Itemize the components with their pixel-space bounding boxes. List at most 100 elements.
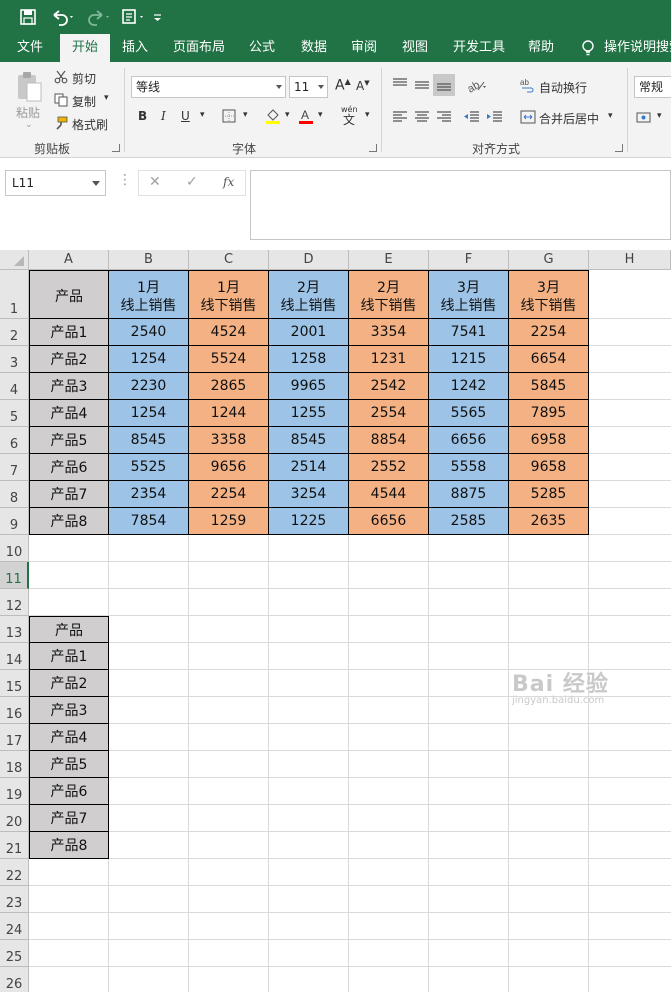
value-cell[interactable]: 8854 bbox=[349, 427, 429, 454]
row-header-25[interactable]: 25 bbox=[0, 940, 29, 967]
bottom-align-icon[interactable] bbox=[433, 74, 455, 96]
row-header-15[interactable]: 15 bbox=[0, 670, 29, 697]
column-header-a[interactable]: A bbox=[29, 250, 109, 270]
increase-indent-icon[interactable] bbox=[486, 108, 504, 129]
value-cell[interactable]: 2635 bbox=[509, 508, 589, 535]
font-color-icon[interactable]: A bbox=[297, 107, 315, 128]
row-header-13[interactable]: 13 bbox=[0, 616, 29, 643]
decrease-font-icon[interactable]: A▼ bbox=[356, 79, 370, 93]
value-cell[interactable]: 2514 bbox=[269, 454, 349, 481]
row-header-22[interactable]: 22 bbox=[0, 859, 29, 886]
header-cell-3[interactable]: 2月 线上销售 bbox=[269, 270, 349, 319]
product-cell[interactable]: 产品6 bbox=[29, 454, 109, 481]
row-header-11[interactable]: 11 bbox=[0, 562, 29, 589]
product-cell[interactable]: 产品7 bbox=[29, 481, 109, 508]
worksheet-grid[interactable]: A B C D E F G H 1 2 3 4 5 6 7 8 9 10 11 12 13 14 15 16 17 18 19 20 2… bbox=[0, 250, 671, 992]
cut-button[interactable]: 剪切 bbox=[72, 70, 96, 87]
value-cell[interactable]: 2542 bbox=[349, 373, 429, 400]
value-cell[interactable]: 5525 bbox=[109, 454, 189, 481]
row-header-4[interactable]: 4 bbox=[0, 373, 29, 400]
value-cell[interactable]: 6656 bbox=[429, 427, 509, 454]
tab-review[interactable]: 审阅 bbox=[344, 34, 384, 62]
row-header-18[interactable]: 18 bbox=[0, 751, 29, 778]
value-cell[interactable]: 7541 bbox=[429, 319, 509, 346]
row-header-6[interactable]: 6 bbox=[0, 427, 29, 454]
accounting-format-icon[interactable] bbox=[636, 108, 654, 129]
value-cell[interactable]: 1255 bbox=[269, 400, 349, 427]
paste-dropdown-icon[interactable]: ⌄ bbox=[25, 120, 33, 130]
row-header-20[interactable]: 20 bbox=[0, 805, 29, 832]
merge-center-button[interactable]: 合并后居中 bbox=[539, 110, 599, 127]
middle-align-icon[interactable] bbox=[413, 76, 431, 97]
header-cell-6[interactable]: 3月 线下销售 bbox=[509, 270, 589, 319]
font-size-select[interactable]: 11 bbox=[289, 76, 328, 98]
value-cell[interactable]: 1231 bbox=[349, 346, 429, 373]
value-cell[interactable]: 1258 bbox=[269, 346, 349, 373]
lightbulb-icon[interactable] bbox=[578, 34, 598, 62]
value-cell[interactable]: 9658 bbox=[509, 454, 589, 481]
cancel-icon[interactable]: ✕ bbox=[149, 174, 161, 190]
value-cell[interactable]: 2552 bbox=[349, 454, 429, 481]
paste-button[interactable]: 粘贴 bbox=[16, 104, 40, 121]
font-launcher-icon[interactable] bbox=[369, 144, 377, 152]
underline-dropdown-icon[interactable]: ▾ bbox=[200, 110, 205, 120]
row-header-7[interactable]: 7 bbox=[0, 454, 29, 481]
underline-button[interactable]: U bbox=[181, 109, 190, 123]
list-item[interactable]: 产品3 bbox=[29, 697, 109, 724]
borders-dropdown-icon[interactable]: ▾ bbox=[243, 110, 248, 120]
value-cell[interactable]: 6654 bbox=[509, 346, 589, 373]
value-cell[interactable]: 4544 bbox=[349, 481, 429, 508]
italic-button[interactable]: I bbox=[161, 109, 166, 123]
paste-icon[interactable] bbox=[14, 70, 44, 107]
align-right-icon[interactable] bbox=[435, 108, 453, 129]
row-header-12[interactable]: 12 bbox=[0, 589, 29, 616]
product-cell[interactable]: 产品4 bbox=[29, 400, 109, 427]
row-header-1[interactable]: 1 bbox=[0, 270, 29, 319]
align-left-icon[interactable] bbox=[391, 108, 409, 129]
accounting-dropdown-icon[interactable]: ▾ bbox=[657, 111, 662, 121]
print-preview-icon[interactable] bbox=[121, 6, 147, 28]
alignment-launcher-icon[interactable] bbox=[615, 144, 623, 152]
formula-input[interactable] bbox=[250, 170, 671, 240]
list-item[interactable]: 产品6 bbox=[29, 778, 109, 805]
phonetic-dropdown-icon[interactable]: ▾ bbox=[365, 110, 370, 120]
value-cell[interactable]: 2254 bbox=[189, 481, 269, 508]
value-cell[interactable]: 9656 bbox=[189, 454, 269, 481]
fill-color-dropdown-icon[interactable]: ▾ bbox=[285, 110, 290, 120]
column-header-g[interactable]: G bbox=[509, 250, 589, 270]
header-cell-2[interactable]: 1月 线下销售 bbox=[189, 270, 269, 319]
enter-icon[interactable]: ✓ bbox=[186, 174, 198, 190]
product-cell[interactable]: 产品2 bbox=[29, 346, 109, 373]
value-cell[interactable]: 4524 bbox=[189, 319, 269, 346]
row-header-14[interactable]: 14 bbox=[0, 643, 29, 670]
merge-dropdown-icon[interactable]: ▾ bbox=[608, 111, 613, 121]
copy-dropdown-icon[interactable]: ▾ bbox=[104, 93, 109, 103]
value-cell[interactable]: 1242 bbox=[429, 373, 509, 400]
decrease-indent-icon[interactable] bbox=[463, 108, 481, 129]
list-item[interactable]: 产品8 bbox=[29, 832, 109, 859]
product-cell[interactable]: 产品8 bbox=[29, 508, 109, 535]
tell-me-search[interactable]: 操作说明搜索 bbox=[604, 34, 671, 62]
product-cell[interactable]: 产品1 bbox=[29, 319, 109, 346]
tab-formulas[interactable]: 公式 bbox=[242, 34, 282, 62]
value-cell[interactable]: 1254 bbox=[109, 400, 189, 427]
row-header-23[interactable]: 23 bbox=[0, 886, 29, 913]
value-cell[interactable]: 5285 bbox=[509, 481, 589, 508]
value-cell[interactable]: 8545 bbox=[109, 427, 189, 454]
column-header-f[interactable]: F bbox=[429, 250, 509, 270]
header-cell-1[interactable]: 1月 线上销售 bbox=[109, 270, 189, 319]
value-cell[interactable]: 2254 bbox=[509, 319, 589, 346]
value-cell[interactable]: 5558 bbox=[429, 454, 509, 481]
tab-data[interactable]: 数据 bbox=[294, 34, 334, 62]
value-cell[interactable]: 1244 bbox=[189, 400, 269, 427]
value-cell[interactable]: 2354 bbox=[109, 481, 189, 508]
list-item[interactable]: 产品5 bbox=[29, 751, 109, 778]
tab-insert[interactable]: 插入 bbox=[115, 34, 155, 62]
row-header-3[interactable]: 3 bbox=[0, 346, 29, 373]
value-cell[interactable]: 5845 bbox=[509, 373, 589, 400]
value-cell[interactable]: 8545 bbox=[269, 427, 349, 454]
tab-file[interactable]: 文件 bbox=[10, 34, 50, 62]
row-header-17[interactable]: 17 bbox=[0, 724, 29, 751]
value-cell[interactable]: 6656 bbox=[349, 508, 429, 535]
column-header-c[interactable]: C bbox=[189, 250, 269, 270]
